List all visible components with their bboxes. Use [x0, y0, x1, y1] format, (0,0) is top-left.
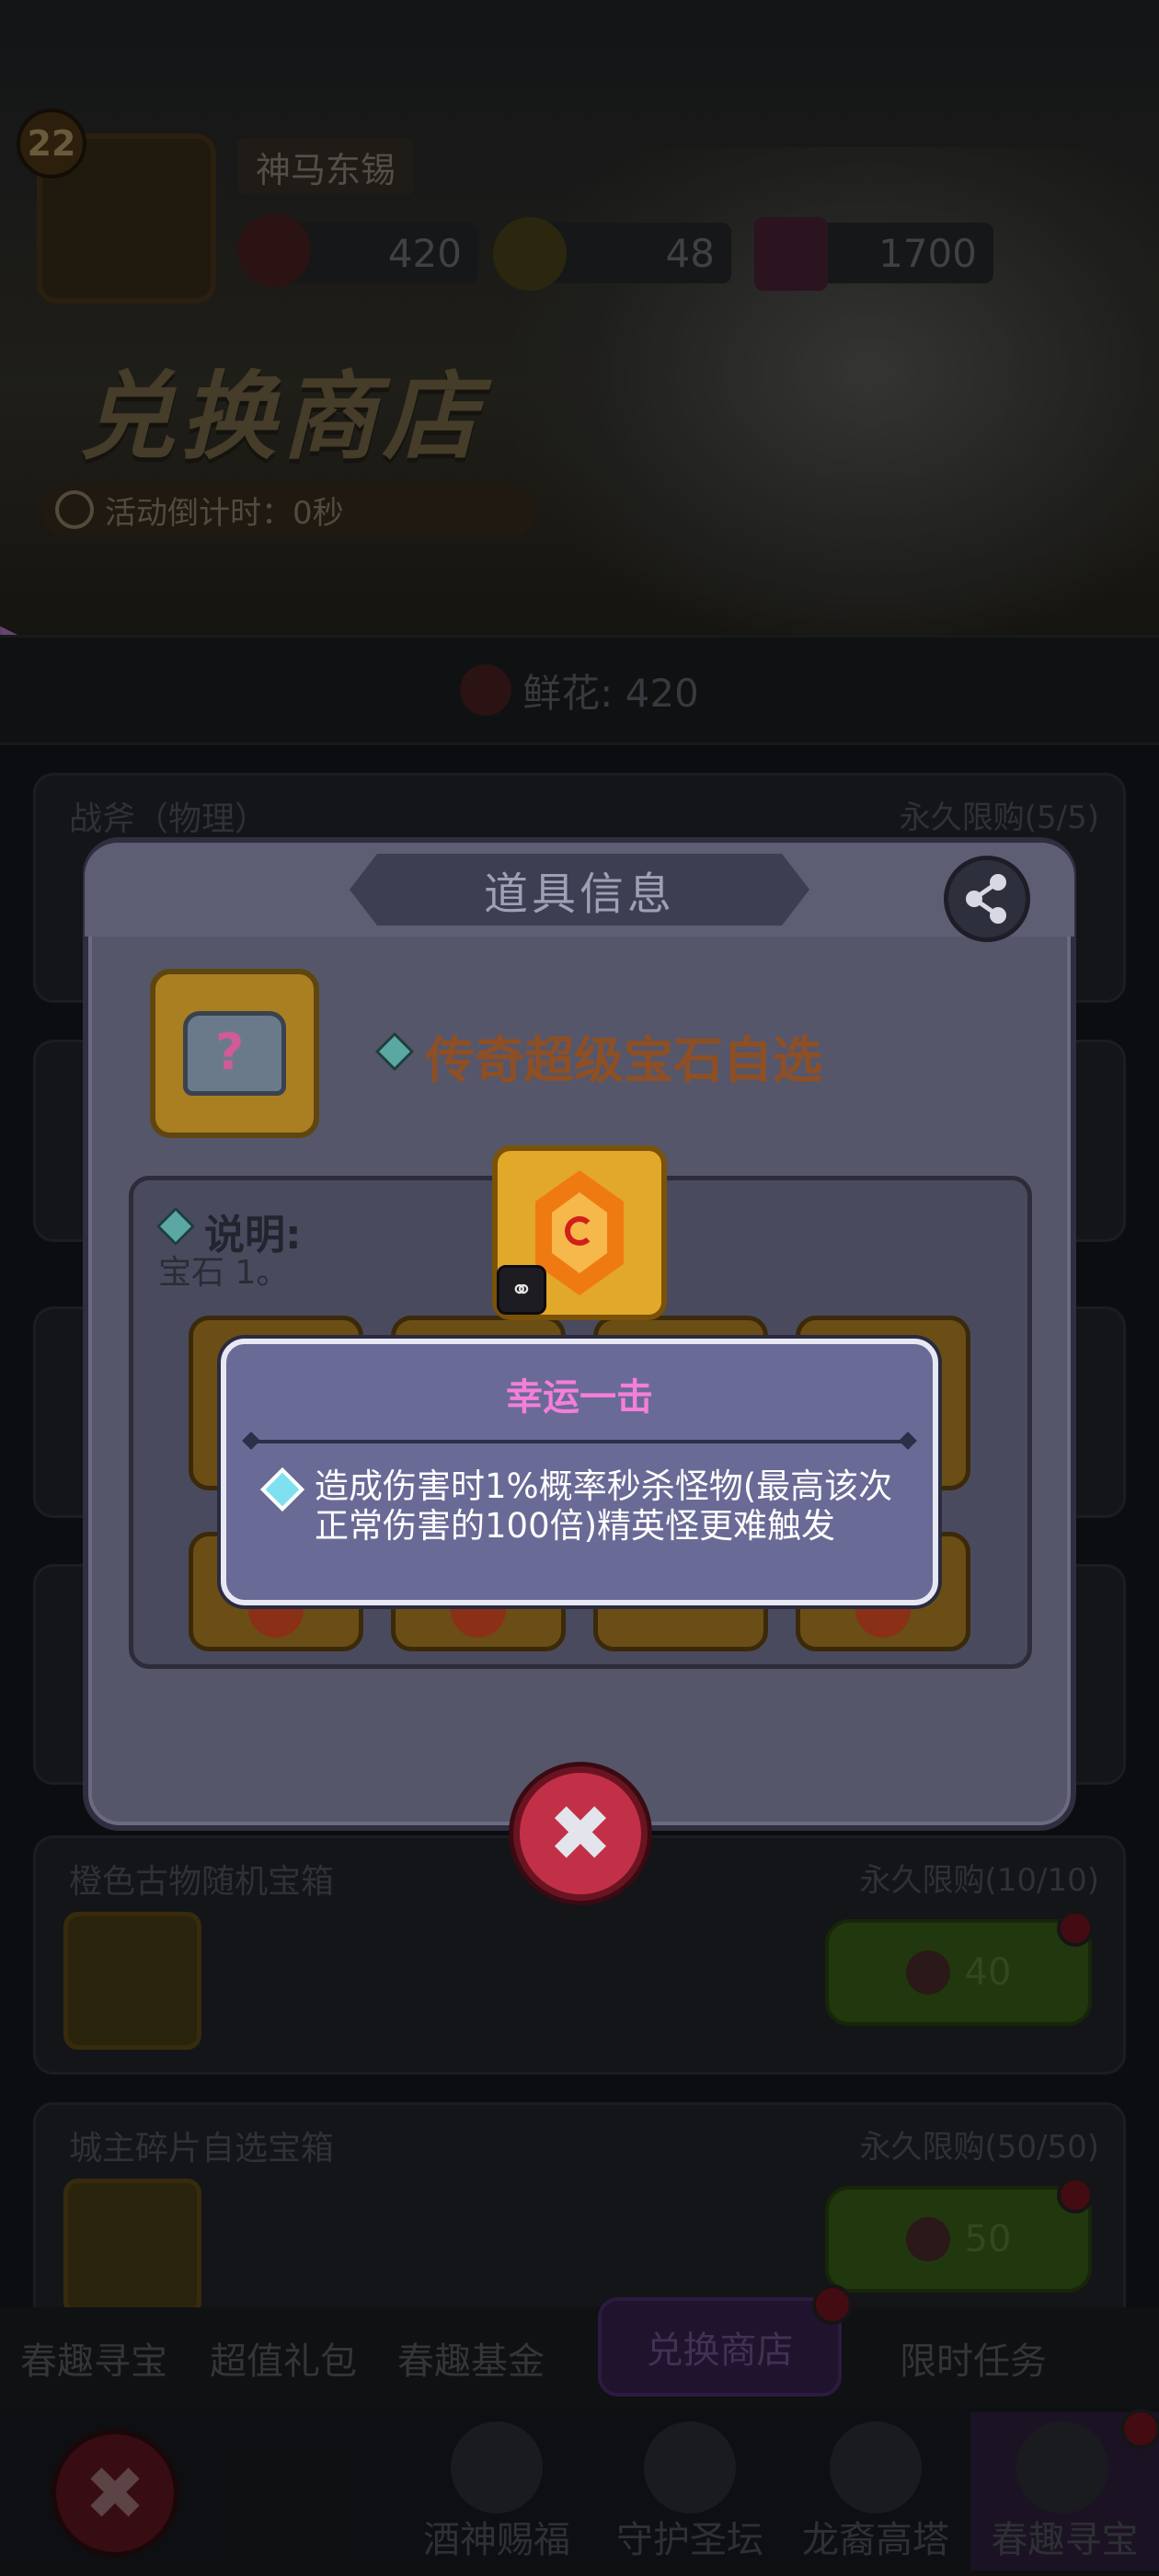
tooltip-text: 造成伤害时1%概率秒杀怪物(最高该次正常伤害的100倍)精英怪更难触发: [315, 1466, 893, 1546]
close-dialog-button[interactable]: ✖: [513, 1766, 648, 1901]
game-screen: 22 神马东锡 420 48 1700 兑换商店 活动倒计时：0秒 ▸ 鲜花: …: [0, 0, 1159, 2576]
share-icon: [966, 874, 1006, 924]
item-icon: [150, 969, 319, 1138]
dialog-title: 道具信息: [350, 854, 809, 926]
tooltip-divider: [250, 1440, 909, 1443]
mystery-chest-icon: [183, 1011, 286, 1096]
swirl-icon: [565, 1216, 594, 1246]
tooltip-title: 幸运一击: [506, 1376, 653, 1419]
close-icon: ✖: [547, 1788, 614, 1879]
description-text: 宝石 1。: [158, 1254, 290, 1292]
item-name: 传奇超级宝石自选: [425, 1031, 822, 1089]
gem-type-badge-icon: ⚭: [497, 1265, 546, 1315]
share-button[interactable]: [944, 856, 1030, 942]
